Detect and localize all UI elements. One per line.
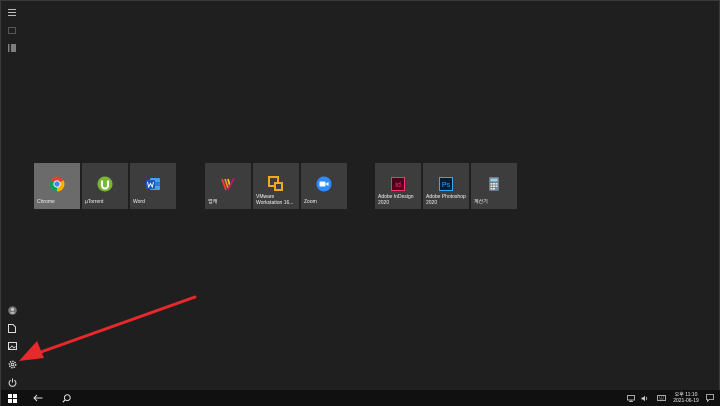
tile-app4[interactable]: 앱캐	[205, 163, 251, 209]
tile-label: 계산기	[474, 199, 488, 205]
tile-vmware[interactable]: VMware Workstation 16...	[253, 163, 299, 209]
clock-date[interactable]: 2021-06-19	[670, 398, 702, 404]
windows-start-icon[interactable]	[1, 390, 23, 406]
vmware-icon	[268, 176, 283, 191]
network-icon[interactable]	[625, 390, 637, 406]
photoshop-glyph: Ps	[442, 182, 451, 189]
start-screen: Chrome µTorrent Word 앱캐 VMware Workstati…	[0, 0, 720, 406]
tile-utorrent[interactable]: µTorrent	[82, 163, 128, 209]
tile-word[interactable]: Word	[130, 163, 176, 209]
taskbar: 오후 11:10 2021-06-19	[1, 390, 720, 406]
zoom-icon	[316, 176, 332, 192]
calculator-icon	[489, 177, 499, 191]
indesign-icon: Id	[391, 177, 405, 191]
tile-label: µTorrent	[85, 199, 104, 205]
back-arrow-icon[interactable]	[27, 390, 49, 406]
tile-label: Adobe Photoshop 2020	[426, 194, 466, 206]
tile-indesign[interactable]: Id Adobe InDesign 2020	[375, 163, 421, 209]
power-icon[interactable]	[1, 374, 23, 390]
settings-gear-icon[interactable]	[1, 356, 23, 372]
keyboard-icon[interactable]	[655, 390, 667, 406]
tile-label: Zoom	[304, 199, 317, 205]
tile-grid-icon[interactable]	[1, 22, 23, 38]
tile-label: 앱캐	[208, 199, 218, 205]
tile-photoshop[interactable]: Ps Adobe Photoshop 2020	[423, 163, 469, 209]
tile-label: VMware Workstation 16...	[256, 194, 294, 206]
start-left-rail	[1, 1, 23, 390]
notification-icon[interactable]	[703, 390, 717, 406]
search-icon[interactable]	[55, 390, 77, 406]
documents-icon[interactable]	[1, 320, 23, 336]
hamburger-menu-icon[interactable]	[1, 4, 23, 20]
utorrent-icon	[97, 176, 113, 192]
chrome-icon	[49, 176, 65, 192]
tile-zoom[interactable]: Zoom	[301, 163, 347, 209]
tile-chrome[interactable]: Chrome	[34, 163, 80, 209]
tile-label: Chrome	[37, 199, 55, 205]
vivaldi-like-icon	[221, 177, 235, 191]
volume-icon[interactable]	[639, 390, 651, 406]
app-list-icon[interactable]	[1, 40, 23, 56]
indesign-glyph: Id	[395, 182, 401, 189]
pictures-icon[interactable]	[1, 338, 23, 354]
word-icon	[146, 178, 160, 190]
tile-label: Adobe InDesign 2020	[378, 194, 414, 206]
user-avatar-icon[interactable]	[1, 302, 23, 318]
tile-calculator[interactable]: 계산기	[471, 163, 517, 209]
tile-label: Word	[133, 199, 145, 205]
photoshop-icon: Ps	[439, 177, 453, 191]
